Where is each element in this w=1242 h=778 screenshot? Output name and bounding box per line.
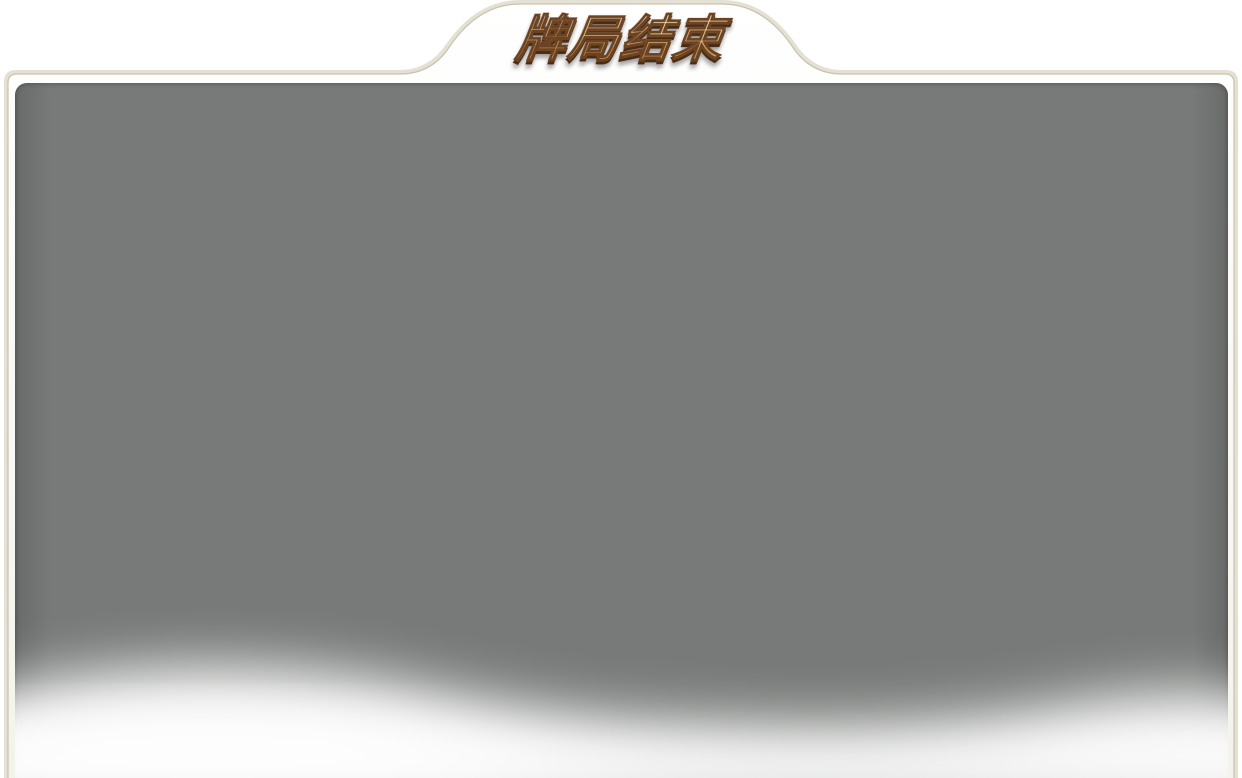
game-over-dialog: 牌局结束: [0, 0, 1242, 778]
dialog-title: 牌局结束: [512, 6, 729, 72]
results-panel: [15, 83, 1228, 778]
title-banner: 牌局结束: [500, 6, 742, 74]
panel-bottom-fade: [15, 83, 1228, 778]
